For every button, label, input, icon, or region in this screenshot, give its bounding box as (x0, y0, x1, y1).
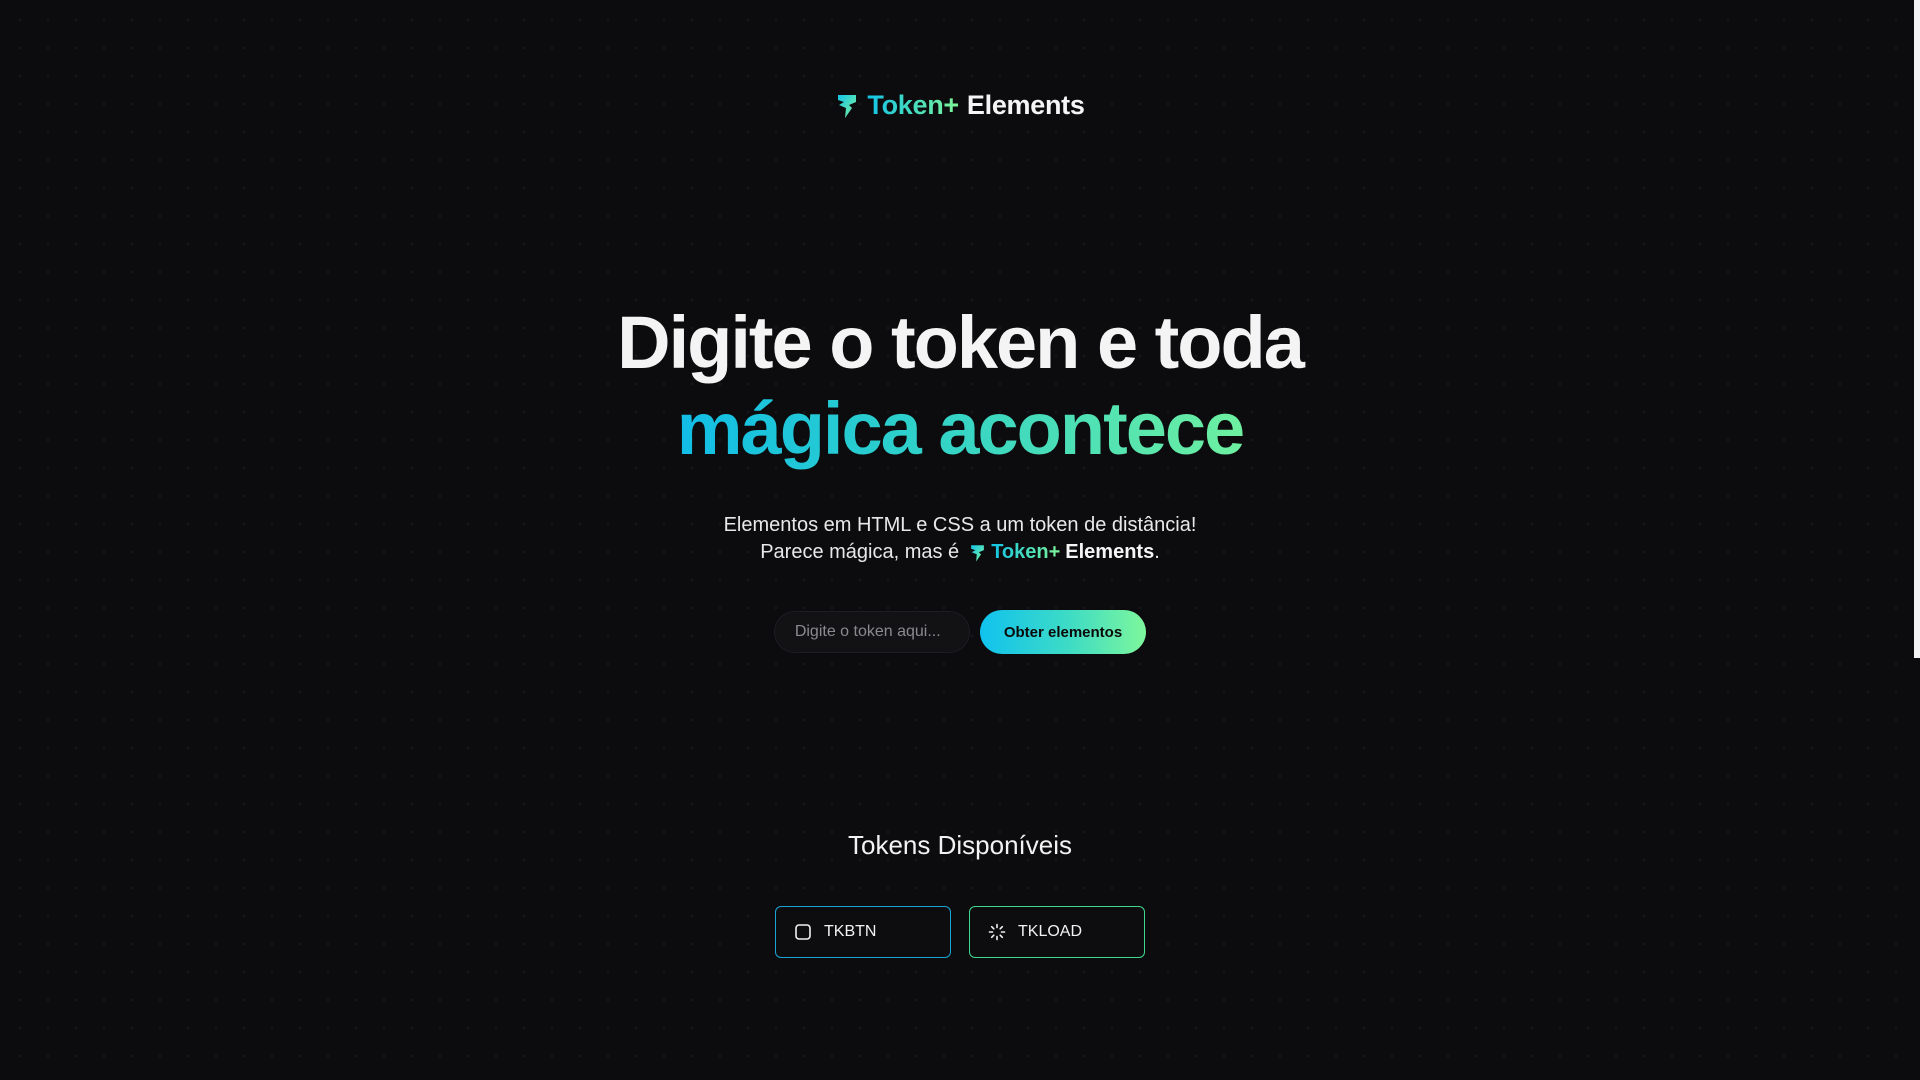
inline-brand-elements: Elements (1065, 541, 1155, 563)
logo-token-text: Token+ (867, 90, 959, 120)
page: Token+ Elements Digite o token e toda má… (0, 0, 1920, 1080)
token-card-tkload[interactable]: TKLOAD (969, 906, 1145, 958)
subtitle-line-2: Parece mágica, mas é Token+ Elements . (0, 539, 1920, 566)
token-list: TKBTN TKLOAD (0, 906, 1920, 958)
loading-spinner-icon (988, 923, 1006, 941)
token-card-label: TKLOAD (1018, 923, 1083, 940)
scrollbar-track[interactable] (1914, 0, 1920, 1080)
hero-line-1: Digite o token e toda (617, 301, 1305, 384)
inline-brand: Token+ Elements (969, 539, 1154, 566)
header-logo[interactable]: Token+ Elements (0, 90, 1920, 121)
subtitle-line-1: Elementos em HTML e CSS a um token de di… (723, 514, 1197, 536)
subtitle-line-2-prefix: Parece mágica, mas é (760, 541, 960, 563)
hero-heading: Digite o token e toda mágica acontece (0, 300, 1920, 472)
subtitle-line-2-suffix: . (1154, 541, 1160, 563)
token-plus-logo-icon (971, 544, 985, 561)
token-card-tkbtn[interactable]: TKBTN (775, 906, 951, 958)
square-button-icon (795, 924, 811, 940)
token-plus-logo-icon (838, 94, 857, 118)
get-elements-button[interactable]: Obter elementos (979, 610, 1147, 654)
scrollbar-thumb[interactable] (1914, 0, 1920, 658)
token-input[interactable] (773, 611, 970, 653)
tokens-section-title: Tokens Disponíveis (848, 830, 1072, 860)
logo-elements-text: Elements (966, 90, 1085, 120)
token-card-label: TKBTN (824, 923, 877, 940)
inline-brand-token: Token+ (991, 539, 1060, 566)
hero-line-2: mágica acontece (676, 387, 1245, 470)
hero-subtitle: Elementos em HTML e CSS a um token de di… (0, 512, 1920, 566)
token-form: Obter elementos (0, 610, 1920, 654)
